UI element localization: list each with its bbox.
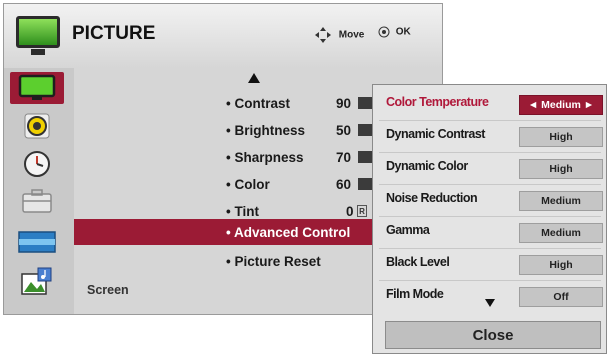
tint-red-badge: R	[357, 205, 367, 217]
menu-item-tint[interactable]: • Tint	[226, 204, 259, 219]
clock-icon	[24, 151, 50, 177]
divider	[379, 120, 601, 121]
speaker-icon	[24, 113, 50, 139]
sidebar-item-picture[interactable]	[10, 72, 64, 104]
submenu-item-noise-reduction[interactable]: Noise Reduction	[386, 191, 478, 205]
divider	[379, 184, 601, 185]
contrast-value: 90	[336, 96, 352, 111]
move-label: Move	[338, 29, 365, 41]
menu-item-brightness[interactable]: • Brightness	[226, 123, 305, 138]
color-value: 60	[336, 177, 352, 192]
media-icon	[21, 267, 52, 295]
menu-item-picture-reset[interactable]: • Picture Reset	[226, 254, 321, 269]
black-level-value[interactable]: High	[519, 255, 603, 275]
tint-value: 0	[346, 204, 354, 219]
picture-tv-icon	[18, 74, 56, 100]
divider	[379, 280, 601, 281]
divider	[379, 248, 601, 249]
menu-item-color[interactable]: • Color	[226, 177, 270, 192]
submenu-item-film-mode[interactable]: Film Mode	[386, 287, 444, 301]
menu-item-contrast[interactable]: • Contrast	[226, 96, 290, 111]
sidebar-item-time[interactable]	[10, 148, 64, 180]
submenu-item-dynamic-color[interactable]: Dynamic Color	[386, 159, 468, 173]
menu-header: PICTURE Move OK	[4, 4, 442, 69]
menu-item-advanced-control[interactable]: • Advanced Control	[226, 225, 350, 240]
screen-aspect-icon	[18, 231, 56, 253]
scroll-down-icon[interactable]	[485, 299, 495, 307]
dynamic-color-value[interactable]: High	[519, 159, 603, 179]
menu-title: PICTURE	[72, 23, 156, 44]
submenu-item-color-temperature[interactable]: Color Temperature	[386, 95, 489, 109]
sidebar-item-option[interactable]	[10, 186, 64, 218]
close-button[interactable]: Close	[385, 321, 601, 349]
move-hint: Move	[314, 26, 364, 44]
divider	[379, 216, 601, 217]
gamma-value[interactable]: Medium	[519, 223, 603, 243]
film-mode-value[interactable]: Off	[519, 287, 603, 307]
noise-reduction-value[interactable]: Medium	[519, 191, 603, 211]
color-temperature-value[interactable]: ◄ Medium ►	[519, 95, 603, 115]
brightness-value: 50	[336, 123, 352, 138]
toolbox-icon	[22, 189, 52, 213]
submenu-item-gamma[interactable]: Gamma	[386, 223, 430, 237]
dynamic-contrast-value[interactable]: High	[519, 127, 603, 147]
menu-item-sharpness[interactable]: • Sharpness	[226, 150, 304, 165]
move-arrows-icon	[315, 27, 331, 43]
submenu-item-black-level[interactable]: Black Level	[386, 255, 450, 269]
sidebar-item-media[interactable]	[10, 266, 64, 298]
ok-hint: OK	[378, 26, 411, 38]
submenu-item-dynamic-contrast[interactable]: Dynamic Contrast	[386, 127, 485, 141]
sidebar-item-audio[interactable]	[10, 110, 64, 142]
advanced-control-submenu: Color Temperature ◄ Medium ► Dynamic Con…	[372, 84, 607, 354]
scroll-up-icon[interactable]	[248, 73, 260, 83]
sidebar-item-screen[interactable]	[10, 226, 64, 258]
sharpness-value: 70	[336, 150, 352, 165]
category-sidebar	[4, 68, 74, 314]
ok-button-icon	[378, 26, 390, 38]
divider	[379, 152, 601, 153]
current-category-label: Screen	[87, 283, 129, 297]
ok-label: OK	[395, 26, 411, 38]
picture-tv-icon	[16, 16, 60, 55]
